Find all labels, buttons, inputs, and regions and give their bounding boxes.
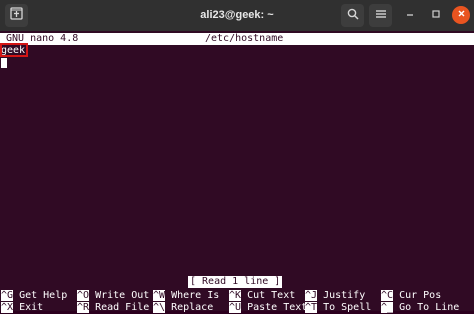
menu-button[interactable] bbox=[369, 4, 392, 27]
shortcut-write-out[interactable]: ^O Write Out bbox=[77, 290, 149, 302]
terminal-area[interactable]: GNU nano 4.8 /etc/hostname geek [ Read 1… bbox=[0, 31, 474, 314]
window-titlebar: ali23@geek: ~ bbox=[0, 0, 474, 31]
nano-status-message: [ Read 1 line ] bbox=[188, 276, 283, 288]
nano-header-bar: GNU nano 4.8 /etc/hostname bbox=[0, 33, 474, 45]
shortcut-get-help[interactable]: ^G Get Help bbox=[1, 290, 67, 302]
minimize-icon bbox=[405, 8, 415, 22]
maximize-button[interactable] bbox=[427, 6, 445, 24]
shortcut-paste-text[interactable]: ^U Paste Text bbox=[229, 302, 307, 314]
search-icon bbox=[347, 7, 359, 25]
highlight-box bbox=[0, 43, 28, 57]
close-icon bbox=[457, 9, 466, 21]
shortcut-exit[interactable]: ^X Exit bbox=[1, 302, 43, 314]
close-button[interactable] bbox=[452, 6, 470, 24]
shortcut-justify[interactable]: ^J Justify bbox=[305, 290, 365, 302]
shortcut-to-spell[interactable]: ^T To Spell bbox=[305, 302, 371, 314]
nano-filename: /etc/hostname bbox=[205, 33, 284, 44]
shortcut-go-to-line[interactable]: ^_ Go To Line bbox=[381, 302, 459, 314]
hamburger-menu-icon bbox=[375, 7, 387, 25]
maximize-icon bbox=[431, 8, 441, 22]
shortcut-replace[interactable]: ^\ Replace bbox=[153, 302, 213, 314]
search-button[interactable] bbox=[341, 4, 364, 27]
shortcut-cut-text[interactable]: ^K Cut Text bbox=[229, 290, 295, 302]
text-cursor bbox=[1, 58, 7, 68]
shortcut-cur-pos[interactable]: ^C Cur Pos bbox=[381, 290, 441, 302]
minimize-button[interactable] bbox=[401, 6, 419, 24]
shortcut-where-is[interactable]: ^W Where Is bbox=[153, 290, 219, 302]
shortcut-read-file[interactable]: ^R Read File bbox=[77, 302, 149, 314]
